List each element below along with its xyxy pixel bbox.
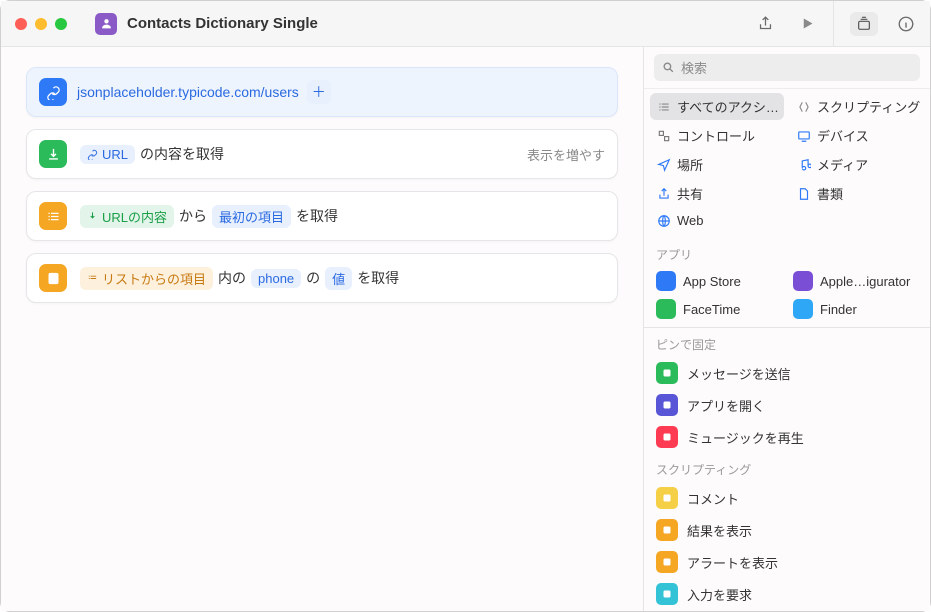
link-icon bbox=[39, 78, 67, 106]
app-item[interactable]: Apple…igurator bbox=[787, 267, 924, 295]
category-share[interactable]: 共有 bbox=[650, 180, 784, 207]
app-icon bbox=[656, 271, 676, 291]
device-icon bbox=[796, 128, 811, 143]
loc-icon bbox=[656, 157, 671, 172]
value-selector[interactable]: 値 bbox=[325, 267, 352, 290]
action-icon bbox=[656, 362, 678, 384]
category-script[interactable]: スクリプティング bbox=[790, 93, 924, 120]
app-item[interactable]: Finder bbox=[787, 295, 924, 323]
contents-token[interactable]: URLの内容 bbox=[80, 205, 174, 228]
window-title: Contacts Dictionary Single bbox=[127, 15, 755, 32]
titlebar: Contacts Dictionary Single bbox=[1, 1, 930, 47]
info-button[interactable] bbox=[896, 14, 916, 34]
app-item[interactable]: App Store bbox=[650, 267, 787, 295]
get-contents-action[interactable]: URL の内容を取得 表示を増やす bbox=[26, 129, 618, 179]
run-button[interactable] bbox=[797, 14, 817, 34]
category-list[interactable]: すべてのアクシ… bbox=[650, 93, 784, 120]
action-icon bbox=[656, 394, 678, 416]
minimize-window-button[interactable] bbox=[35, 18, 47, 30]
action-item[interactable]: ミュージックを再生 bbox=[644, 421, 930, 453]
action-item[interactable]: コメント bbox=[644, 482, 930, 514]
action-icon bbox=[656, 583, 678, 605]
action-item[interactable]: 数える bbox=[644, 610, 930, 611]
toolbar-actions bbox=[755, 14, 817, 34]
app-item[interactable]: FaceTime bbox=[650, 295, 787, 323]
action-icon bbox=[656, 426, 678, 448]
library-toggle-button[interactable] bbox=[850, 12, 878, 36]
close-window-button[interactable] bbox=[15, 18, 27, 30]
category-grid: すべてのアクシ…スクリプティングコントロールデバイス場所メディア共有書類 Web bbox=[644, 89, 930, 238]
url-text[interactable]: jsonplaceholder.typicode.com/users bbox=[77, 84, 299, 100]
app-icon bbox=[793, 299, 813, 319]
scripting-section-title: スクリプティング bbox=[644, 453, 930, 482]
script-icon bbox=[796, 99, 811, 114]
media-icon bbox=[796, 157, 811, 172]
window-controls bbox=[15, 18, 67, 30]
apps-section-title: アプリ bbox=[644, 238, 930, 267]
list-item-token[interactable]: リストからの項目 bbox=[80, 267, 213, 290]
get-item-body: URLの内容 から 最初の項目 を取得 bbox=[77, 205, 605, 228]
action-item[interactable]: アラートを表示 bbox=[644, 546, 930, 578]
action-icon bbox=[656, 487, 678, 509]
get-contents-body: URL の内容を取得 bbox=[77, 144, 527, 164]
action-item[interactable]: 入力を要求 bbox=[644, 578, 930, 610]
workflow-canvas[interactable]: jsonplaceholder.typicode.com/users ＋ URL… bbox=[1, 47, 643, 611]
key-input[interactable]: phone bbox=[251, 269, 301, 288]
ctrl-icon bbox=[656, 128, 671, 143]
dictionary-icon bbox=[39, 264, 67, 292]
library-sidebar: 検索 すべてのアクシ…スクリプティングコントロールデバイス場所メディア共有書類W… bbox=[643, 47, 930, 611]
action-item[interactable]: 結果を表示 bbox=[644, 514, 930, 546]
add-url-button[interactable]: ＋ bbox=[307, 80, 331, 104]
doc-icon bbox=[796, 186, 811, 201]
list-icon bbox=[39, 202, 67, 230]
category-media[interactable]: メディア bbox=[790, 151, 924, 178]
category-doc[interactable]: 書類 bbox=[790, 180, 924, 207]
category-loc[interactable]: 場所 bbox=[650, 151, 784, 178]
search-wrap: 検索 bbox=[644, 47, 930, 89]
get-dict-body: リストからの項目 内の phone の 値 を取得 bbox=[77, 267, 605, 290]
web-icon bbox=[656, 213, 671, 228]
action-item[interactable]: メッセージを送信 bbox=[644, 357, 930, 389]
download-icon bbox=[39, 140, 67, 168]
action-icon bbox=[656, 519, 678, 541]
url-token[interactable]: URL bbox=[80, 145, 135, 164]
get-dict-value-action[interactable]: リストからの項目 内の phone の 値 を取得 bbox=[26, 253, 618, 303]
search-input[interactable]: 検索 bbox=[654, 54, 920, 81]
apps-grid: App StoreApple…iguratorFaceTimeFinder bbox=[644, 267, 930, 323]
app-icon bbox=[656, 299, 676, 319]
action-item[interactable]: アプリを開く bbox=[644, 389, 930, 421]
shortcut-icon bbox=[95, 13, 117, 35]
pinned-list: メッセージを送信アプリを開くミュージックを再生 bbox=[644, 357, 930, 453]
action-icon bbox=[656, 551, 678, 573]
share-button[interactable] bbox=[755, 14, 775, 34]
first-item-selector[interactable]: 最初の項目 bbox=[212, 205, 291, 228]
toolbar-right bbox=[834, 12, 916, 36]
url-action[interactable]: jsonplaceholder.typicode.com/users ＋ bbox=[26, 67, 618, 117]
category-ctrl[interactable]: コントロール bbox=[650, 122, 784, 149]
fullscreen-window-button[interactable] bbox=[55, 18, 67, 30]
url-action-body: jsonplaceholder.typicode.com/users ＋ bbox=[77, 80, 605, 104]
list-icon bbox=[656, 99, 671, 114]
show-more-button[interactable]: 表示を増やす bbox=[527, 145, 605, 164]
app-icon bbox=[793, 271, 813, 291]
get-item-action[interactable]: URLの内容 から 最初の項目 を取得 bbox=[26, 191, 618, 241]
category-device[interactable]: デバイス bbox=[790, 122, 924, 149]
share-icon bbox=[656, 186, 671, 201]
scripting-list: コメント結果を表示アラートを表示入力を要求数えるメニューから選択 bbox=[644, 482, 930, 611]
category-web[interactable]: Web bbox=[650, 209, 784, 232]
search-placeholder: 検索 bbox=[681, 58, 707, 77]
pinned-section-title: ピンで固定 bbox=[644, 328, 930, 357]
